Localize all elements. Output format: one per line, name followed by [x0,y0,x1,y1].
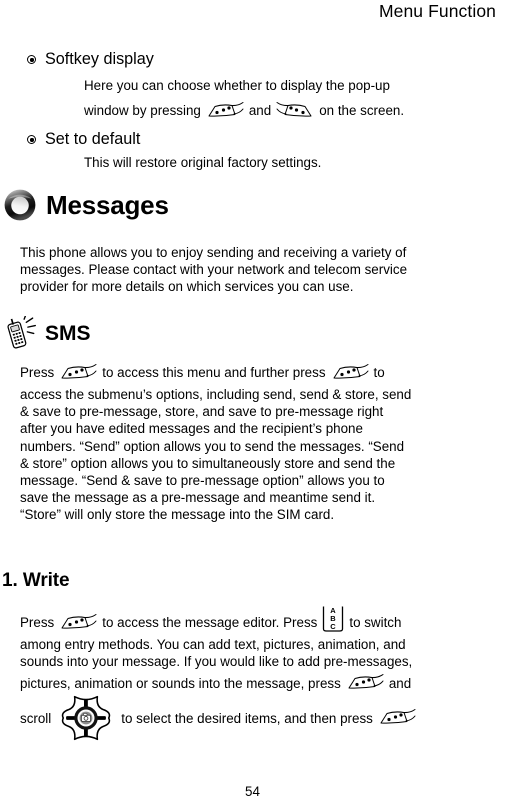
paragraph-line: & store” option allows you to simultaneo… [20,455,396,471]
softkey-left-icon [330,363,370,383]
set-to-default-description: This will restore original factory setti… [84,155,322,170]
sms-text-a: Press [20,365,55,381]
paragraph-line: message. “Send & save to pre-message opt… [20,472,385,488]
softkey-desc-text-b: and [248,103,272,118]
sms-text-c: to [373,365,385,381]
section-heading-label: SMS [45,322,91,345]
section-heading-messages: Messages [3,188,169,222]
section-heading-label: Messages [46,189,169,220]
softkey-display-description-line-1: Here you can choose whether to display t… [84,78,390,93]
write-text-c: to switch [349,615,402,631]
bullet-dot-icon [26,50,40,67]
paragraph-line: messages. Please contact with your netwo… [20,262,408,278]
paragraph-line: after you have edited messages and the r… [20,421,363,437]
write-text-b: to access the message editor. Press [102,615,318,631]
paragraph-line: access the submenu’s options, including … [20,387,412,402]
paragraph-line: provider for more details on which servi… [20,279,354,295]
softkey-left-icon [205,101,245,121]
page-number: 54 [245,784,260,799]
paragraph-line: & save to pre-message, store, and save t… [20,404,384,420]
softkey-left-icon [345,673,385,693]
paragraph-line: save the message as a pre-message and me… [20,490,376,506]
paragraph-line: “Store” will only store the message into… [20,507,335,523]
paragraph-line: numbers. “Send” option allows you to sen… [20,438,405,454]
page-running-header: Menu Function [378,1,496,21]
ringing-phone-icon [4,316,38,352]
list-item-label: Softkey display [45,50,154,68]
manual-page: Menu Function Softkey display Here you c… [0,0,505,803]
bullet-dot-icon [26,130,40,147]
write-text-d: pictures, animation or sounds into the m… [20,675,341,691]
abc-key-icon [320,602,346,634]
softkey-left-icon [58,363,98,383]
softkey-left-icon [377,708,417,728]
section-heading-write: 1. Write [2,570,70,591]
sms-paragraph: Press to access this menu and further pr… [20,360,411,524]
paragraph-line-with-icons: Press to access this menu and further pr… [20,360,411,386]
list-item-softkey-display: Softkey display [26,50,154,69]
write-text-a: Press [20,615,55,631]
list-item-label: Set to default [45,130,141,148]
dpad-navigation-icon [55,691,117,745]
list-item-set-to-default: Set to default [26,130,140,149]
write-text-f: scroll [20,710,52,726]
paragraph-line-with-icons: Press to access the message editor. Pres… [20,610,421,636]
paragraph-line: among entry methods. You can add text, p… [20,637,406,652]
softkey-desc-text-a: window by pressing [84,103,201,118]
softkey-right-icon [275,101,315,121]
messages-intro-paragraph: This phone allows you to enjoy sending a… [20,244,407,296]
messages-ring-icon [3,188,37,222]
section-heading-sms: SMS [4,316,91,352]
softkey-display-description-line-2: window by pressing and on the screen. [84,100,404,121]
softkey-desc-text-c: on the screen. [319,103,405,118]
write-paragraph: Press to access the message editor. Pres… [20,610,421,740]
write-text-g: to select the desired items, and then pr… [121,710,373,726]
paragraph-line: This phone allows you to enjoy sending a… [20,245,407,260]
softkey-left-icon [58,613,98,633]
paragraph-line-with-icons: scroll to select the desired items, and … [20,696,421,740]
paragraph-line: sounds into your message. If you would l… [20,654,413,670]
sms-text-b: to access this menu and further press [102,365,326,381]
write-text-e: and [388,675,412,691]
